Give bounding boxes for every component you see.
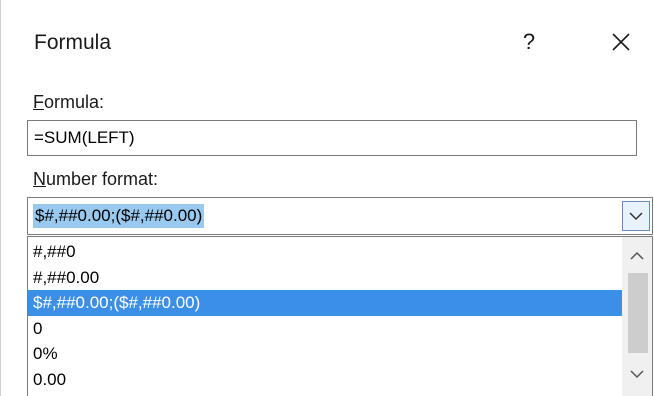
number-format-option[interactable]: 0.00	[28, 367, 622, 393]
formula-input[interactable]	[27, 120, 637, 156]
scroll-down-button[interactable]	[622, 361, 652, 387]
number-format-option[interactable]: 0	[28, 316, 622, 342]
scroll-down-arrow-icon	[630, 370, 644, 379]
formula-label-accelerator: F	[33, 92, 44, 112]
number-format-options: #,##0 #,##0.00 $#,##0.00;($#,##0.00) 0 0% 0.0…	[28, 239, 622, 392]
number-format-dropdown-button[interactable]	[622, 201, 650, 231]
chevron-down-icon	[629, 212, 643, 221]
title-bar: Formula ?	[1, 0, 654, 88]
number-format-combobox[interactable]: $#,##0.00;($#,##0.00)	[27, 197, 653, 235]
list-scrollbar[interactable]	[622, 237, 652, 396]
number-format-option[interactable]: #,##0.00	[28, 265, 622, 291]
number-format-label: Number format:	[33, 169, 158, 190]
close-icon	[612, 33, 630, 51]
help-button[interactable]: ?	[509, 22, 549, 62]
number-format-option[interactable]: #,##0	[28, 239, 622, 265]
scroll-up-arrow-icon	[630, 251, 644, 260]
number-format-label-accelerator: N	[33, 169, 46, 189]
number-format-option[interactable]: $#,##0.00;($#,##0.00)	[28, 290, 622, 316]
formula-label: Formula:	[33, 92, 104, 113]
close-button[interactable]	[601, 22, 641, 62]
formula-dialog: Formula ? Formula: Number format: $#,##0…	[0, 0, 654, 396]
number-format-label-text: umber format:	[46, 169, 159, 189]
scrollbar-thumb[interactable]	[628, 273, 648, 353]
dialog-title: Formula	[34, 31, 112, 54]
number-format-option[interactable]: 0%	[28, 341, 622, 367]
number-format-list[interactable]: #,##0 #,##0.00 $#,##0.00;($#,##0.00) 0 0% 0.0…	[27, 236, 653, 396]
number-format-selected-value[interactable]: $#,##0.00;($#,##0.00)	[33, 204, 205, 228]
scroll-up-button[interactable]	[622, 243, 652, 269]
formula-label-text: ormula:	[44, 92, 105, 112]
